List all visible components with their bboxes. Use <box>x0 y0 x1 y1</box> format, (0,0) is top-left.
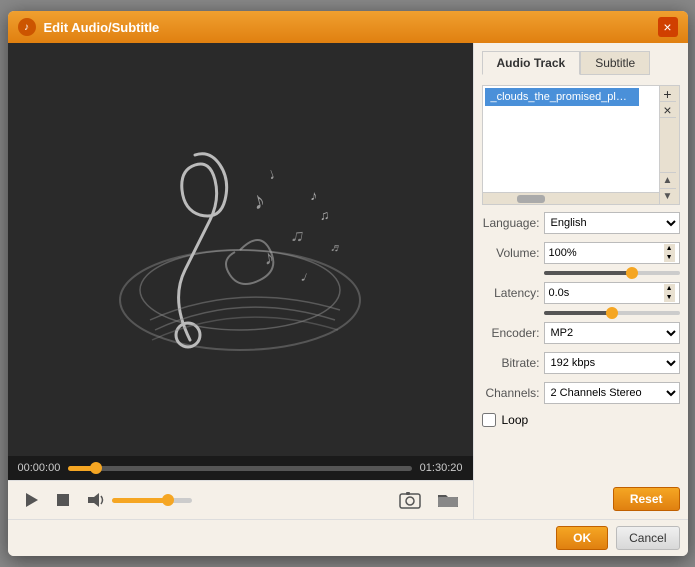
latency-label: Latency: <box>482 286 540 300</box>
loop-row: Loop <box>482 411 680 429</box>
bitrate-select[interactable]: 192 kbps <box>544 352 680 374</box>
edit-audio-subtitle-dialog: ♪ Edit Audio/Subtitle × ♪ ♫ ♩ ♪ <box>8 11 688 556</box>
latency-slider[interactable] <box>544 311 680 315</box>
total-time: 01:30:20 <box>420 462 463 474</box>
svg-text:♩: ♩ <box>299 267 319 288</box>
progress-track[interactable] <box>68 466 411 471</box>
volume-track[interactable] <box>112 498 192 503</box>
track-list-container: _clouds_the_promised_place_ + × ▲ ▼ <box>482 85 680 205</box>
volume-fill <box>112 498 168 503</box>
latency-value: 0.0s <box>549 287 570 299</box>
volume-slider-thumb <box>626 267 638 279</box>
controls-bar <box>8 480 473 519</box>
remove-track-button[interactable]: × <box>660 102 676 118</box>
encoder-row: Encoder: MP2 <box>482 321 680 345</box>
svg-text:♫: ♫ <box>319 207 330 223</box>
volume-up[interactable]: ▲ <box>664 244 675 253</box>
latency-slider-thumb <box>606 307 618 319</box>
latency-spin: 0.0s ▲ ▼ <box>544 282 680 304</box>
bitrate-label: Bitrate: <box>482 356 540 370</box>
volume-value: 100% <box>549 247 577 259</box>
channels-row: Channels: 2 Channels Stereo <box>482 381 680 405</box>
volume-row: Volume: 100% ▲ ▼ <box>482 241 680 265</box>
language-row: Language: English <box>482 211 680 235</box>
tab-subtitle[interactable]: Subtitle <box>580 51 650 75</box>
progress-area: 00:00:00 01:30:20 <box>8 456 473 480</box>
svg-text:♪: ♪ <box>310 187 318 204</box>
track-h-scrollbar[interactable] <box>483 192 659 204</box>
loop-label: Loop <box>502 413 529 427</box>
screenshot-button[interactable] <box>397 489 423 511</box>
dialog-title: Edit Audio/Subtitle <box>44 20 658 35</box>
tab-audio-track[interactable]: Audio Track <box>482 51 581 75</box>
progress-thumb <box>90 462 102 474</box>
latency-down[interactable]: ▼ <box>664 293 675 302</box>
close-button[interactable]: × <box>658 17 678 37</box>
svg-text:♩: ♩ <box>266 162 287 183</box>
cancel-button[interactable]: Cancel <box>616 526 679 550</box>
loop-checkbox[interactable] <box>482 413 496 427</box>
play-button[interactable] <box>20 489 42 511</box>
bottom-buttons: OK Cancel <box>8 519 688 556</box>
title-bar: ♪ Edit Audio/Subtitle × <box>8 11 688 43</box>
move-track-down-button[interactable]: ▼ <box>660 188 676 204</box>
latency-spinners: ▲ ▼ <box>664 284 675 302</box>
volume-label: Volume: <box>482 246 540 260</box>
volume-slider[interactable] <box>544 271 680 275</box>
volume-spin: 100% ▲ ▼ <box>544 242 680 264</box>
latency-up[interactable]: ▲ <box>664 284 675 293</box>
video-panel: ♪ ♫ ♩ ♪ ♬ ♪ ♩ ♫ 00:00:00 <box>8 43 473 519</box>
track-list-item[interactable]: _clouds_the_promised_place_ <box>485 88 639 106</box>
reset-button[interactable]: Reset <box>613 487 680 511</box>
encoder-label: Encoder: <box>482 326 540 340</box>
volume-down[interactable]: ▼ <box>664 253 675 262</box>
language-label: Language: <box>482 216 540 230</box>
tabs-row: Audio Track Subtitle <box>482 51 680 75</box>
latency-slider-row <box>482 311 680 315</box>
music-visual: ♪ ♫ ♩ ♪ ♬ ♪ ♩ ♫ <box>100 120 380 380</box>
bitrate-row: Bitrate: 192 kbps <box>482 351 680 375</box>
current-time: 00:00:00 <box>18 462 61 474</box>
volume-area <box>84 489 192 511</box>
folder-button[interactable] <box>435 489 461 511</box>
volume-spinners: ▲ ▼ <box>664 244 675 262</box>
h-scroll-thumb <box>517 195 545 203</box>
right-panel: Audio Track Subtitle _clouds_the_promise… <box>473 43 688 519</box>
move-track-up-button[interactable]: ▲ <box>660 172 676 188</box>
video-display: ♪ ♫ ♩ ♪ ♬ ♪ ♩ ♫ <box>8 43 473 456</box>
svg-text:♪: ♪ <box>250 186 269 215</box>
app-icon: ♪ <box>18 18 36 36</box>
track-side-buttons: + × ▲ ▼ <box>659 86 679 204</box>
add-track-button[interactable]: + <box>660 86 676 102</box>
reset-area: Reset <box>482 487 680 511</box>
volume-slider-row <box>482 271 680 275</box>
ok-button[interactable]: OK <box>556 526 608 550</box>
channels-select[interactable]: 2 Channels Stereo <box>544 382 680 404</box>
latency-row: Latency: 0.0s ▲ ▼ <box>482 281 680 305</box>
svg-text:♫: ♫ <box>289 224 306 246</box>
language-select[interactable]: English <box>544 212 680 234</box>
content-area: ♪ ♫ ♩ ♪ ♬ ♪ ♩ ♫ 00:00:00 <box>8 43 688 519</box>
svg-text:♬: ♬ <box>329 239 344 256</box>
volume-icon[interactable] <box>84 489 108 511</box>
channels-label: Channels: <box>482 386 540 400</box>
volume-thumb <box>162 494 174 506</box>
stop-button[interactable] <box>54 491 72 509</box>
track-list: _clouds_the_promised_place_ <box>483 86 679 108</box>
encoder-select[interactable]: MP2 <box>544 322 680 344</box>
